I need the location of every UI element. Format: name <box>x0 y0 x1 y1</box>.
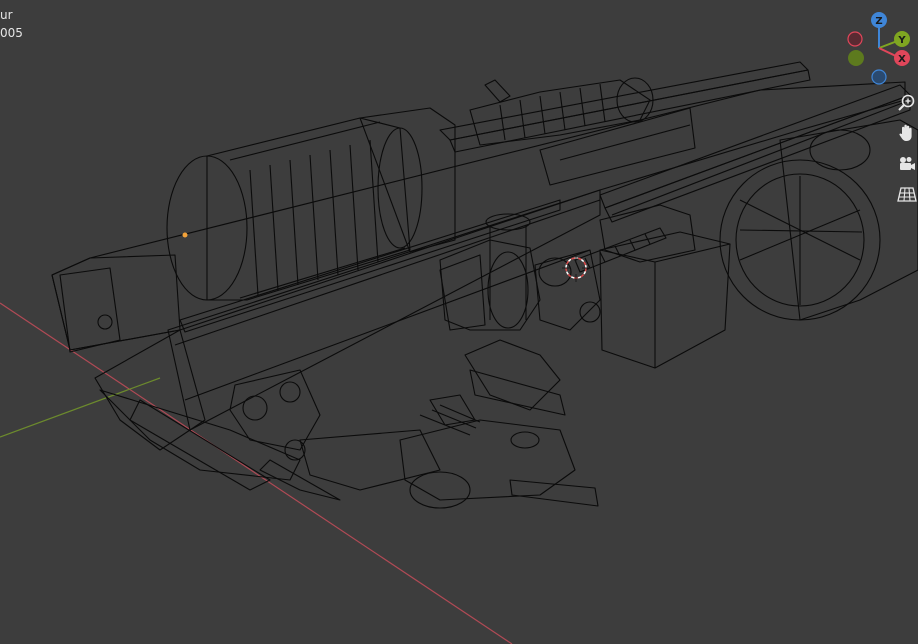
gizmo-y-axis[interactable]: Y <box>894 31 910 47</box>
gizmo-negative-z[interactable] <box>871 69 887 85</box>
perspective-grid-icon <box>897 187 917 202</box>
gizmo-negative-y[interactable] <box>848 50 864 66</box>
gizmo-z-axis[interactable]: Z <box>871 12 887 28</box>
wireframe-model <box>51 61 918 509</box>
pan-button[interactable] <box>896 122 918 144</box>
camera-view-button[interactable] <box>896 153 918 175</box>
camera-icon <box>900 157 915 170</box>
3d-cursor[interactable] <box>562 254 590 282</box>
3d-viewport[interactable]: ur 005 Z Y X <box>0 0 918 644</box>
navigation-gizmo[interactable]: Z Y X <box>838 8 918 90</box>
zoom-button[interactable] <box>896 92 918 114</box>
viewport-info-line-2: 005 <box>0 26 23 40</box>
viewport-info-line-1: ur <box>0 8 13 22</box>
x-axis-line <box>0 302 513 644</box>
object-origin-dot <box>182 232 188 238</box>
zoom-icon <box>898 94 915 111</box>
pan-hand-icon <box>899 124 912 141</box>
gizmo-negative-x[interactable] <box>847 31 863 47</box>
gizmo-x-axis[interactable]: X <box>894 50 910 66</box>
gizmo-y-label: Y <box>897 35 906 46</box>
perspective-toggle-button[interactable] <box>896 183 918 205</box>
wireframe-scene[interactable] <box>0 0 918 644</box>
gizmo-x-label: X <box>898 54 906 65</box>
gizmo-z-label: Z <box>875 16 882 27</box>
